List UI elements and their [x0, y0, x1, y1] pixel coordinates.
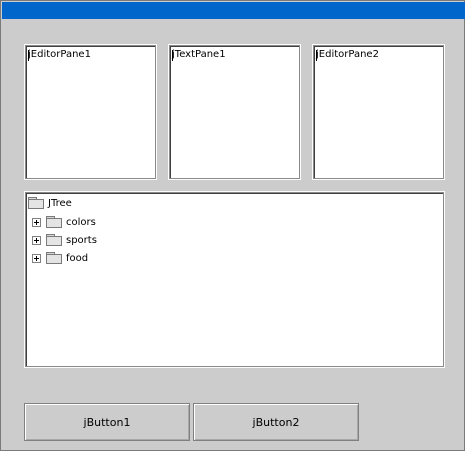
tree-panel[interactable]: JTree colors sports food	[25, 192, 444, 367]
application-window: jEditorPane1 jTextPane1 jEditorPane2 JTr…	[0, 0, 465, 451]
title-bar[interactable]	[2, 2, 465, 19]
folder-icon	[46, 252, 62, 264]
tree-node-sports[interactable]: sports	[32, 232, 97, 248]
editor-pane-1-text: jEditorPane1	[28, 49, 91, 60]
plus-expander-icon[interactable]	[32, 253, 41, 263]
folder-icon	[46, 216, 62, 228]
tree-node-label: sports	[66, 234, 97, 246]
tree-node-food[interactable]: food	[32, 250, 88, 266]
folder-icon	[28, 197, 44, 209]
tree-root-label: JTree	[48, 197, 72, 209]
tree-node-colors[interactable]: colors	[32, 214, 96, 230]
jbutton2[interactable]: jButton2	[193, 403, 359, 441]
tree-node-label: colors	[66, 216, 96, 228]
folder-icon	[46, 234, 62, 246]
plus-expander-icon[interactable]	[32, 217, 41, 227]
tree-node-label: food	[66, 252, 89, 264]
text-pane-1[interactable]: jTextPane1	[169, 45, 300, 179]
editor-pane-1[interactable]: jEditorPane1	[25, 45, 156, 179]
tree-root[interactable]: JTree	[28, 195, 72, 211]
editor-pane-2[interactable]: jEditorPane2	[313, 45, 444, 179]
plus-expander-icon[interactable]	[32, 235, 41, 245]
text-pane-1-text: jTextPane1	[172, 49, 226, 60]
jbutton1[interactable]: jButton1	[24, 403, 190, 441]
editor-pane-2-text: jEditorPane2	[316, 49, 379, 60]
